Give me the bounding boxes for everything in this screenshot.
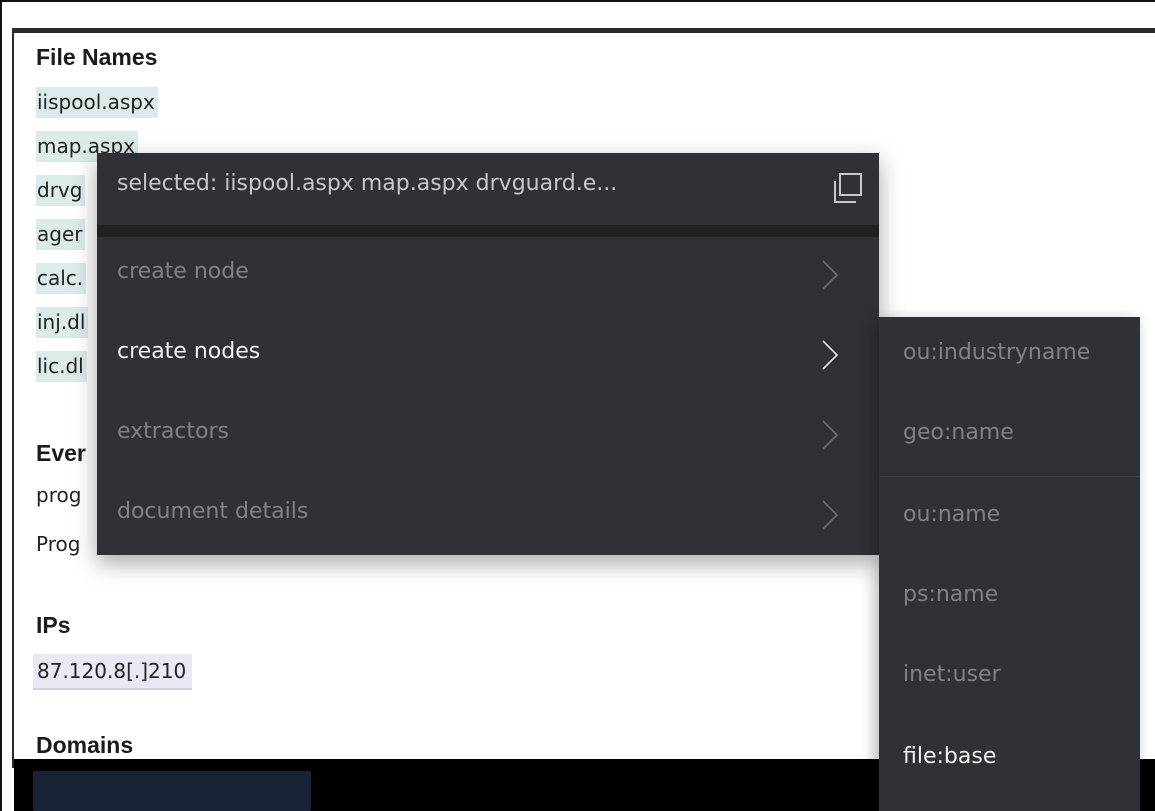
file-name-item[interactable]: iispool.aspx bbox=[36, 87, 158, 118]
selection-summary: selected: iispool.aspx map.aspx drvguard… bbox=[117, 171, 618, 196]
file-name-item[interactable]: ager bbox=[36, 219, 86, 250]
menu-item-extractors[interactable]: extractors bbox=[97, 395, 879, 475]
submenu-item-label: ou:industryname bbox=[903, 340, 1091, 365]
file-name-item[interactable]: drvg bbox=[36, 175, 86, 206]
submenu-item-ps-name[interactable]: ps:name bbox=[879, 559, 1140, 639]
ips-heading: IPs bbox=[36, 612, 71, 638]
submenu-item-label: geo:name bbox=[903, 420, 1014, 445]
submenu-divider bbox=[879, 476, 1140, 477]
chevron-right-icon bbox=[822, 340, 839, 370]
file-name-item[interactable]: inj.dl bbox=[36, 307, 89, 338]
submenu-item-inet-user[interactable]: inet:user bbox=[879, 639, 1140, 719]
submenu-item-label: file:base bbox=[903, 744, 997, 769]
top-divider bbox=[14, 28, 1155, 33]
menu-item-document-details[interactable]: document details bbox=[97, 475, 879, 555]
menu-item-label: document details bbox=[117, 499, 309, 524]
menu-item-label: create nodes bbox=[117, 339, 261, 364]
ip-item[interactable]: 87.120.8[.]210 bbox=[33, 654, 193, 690]
chevron-right-icon bbox=[822, 500, 839, 530]
create-nodes-submenu: ou:industryname geo:name ou:name ps:name… bbox=[879, 317, 1140, 811]
left-border bbox=[12, 28, 14, 768]
submenu-item-ou-industryname[interactable]: ou:industryname bbox=[879, 317, 1140, 397]
file-name-item[interactable]: calc. bbox=[36, 263, 87, 294]
submenu-item-file-base[interactable]: file:base bbox=[879, 721, 1140, 801]
event-line: prog bbox=[36, 483, 82, 507]
chevron-right-icon bbox=[822, 260, 839, 290]
file-names-heading: File Names bbox=[36, 44, 158, 70]
bottom-chip[interactable] bbox=[33, 771, 311, 811]
chevron-right-icon bbox=[822, 420, 839, 450]
menu-item-label: create node bbox=[117, 259, 249, 284]
submenu-item-label: ou:name bbox=[903, 502, 1001, 527]
menu-item-create-nodes[interactable]: create nodes bbox=[97, 315, 879, 395]
menu-item-label: extractors bbox=[117, 419, 230, 444]
events-heading: Ever bbox=[36, 440, 86, 466]
domains-heading: Domains bbox=[36, 732, 134, 758]
submenu-item-ou-name[interactable]: ou:name bbox=[879, 479, 1140, 559]
submenu-item-label: inet:user bbox=[903, 662, 1001, 687]
menu-item-create-node[interactable]: create node bbox=[97, 235, 879, 315]
copy-icon[interactable] bbox=[829, 171, 865, 207]
submenu-item-geo-name[interactable]: geo:name bbox=[879, 397, 1140, 477]
menu-header: selected: iispool.aspx map.aspx drvguard… bbox=[97, 153, 879, 225]
submenu-item-label: ps:name bbox=[903, 582, 999, 607]
file-name-item[interactable]: lic.dl bbox=[36, 351, 87, 382]
context-menu: selected: iispool.aspx map.aspx drvguard… bbox=[97, 153, 879, 555]
event-line: Prog bbox=[36, 532, 81, 556]
